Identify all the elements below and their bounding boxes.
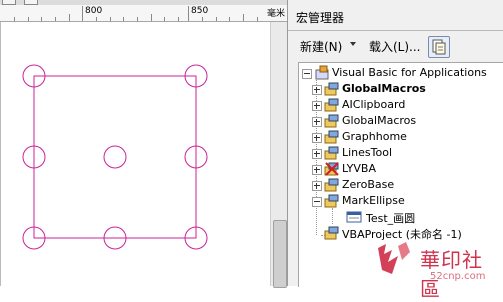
project-icon [324, 226, 339, 240]
tree-root-label: Visual Basic for Applications [332, 66, 487, 79]
new-button[interactable]: 新建(N) [300, 38, 342, 55]
tree-item-label: Test_画圆 [366, 212, 416, 225]
expand-icon[interactable] [312, 149, 322, 159]
vertical-scrollbar[interactable] [270, 22, 288, 288]
tree-item-label: Graphhome [342, 130, 407, 143]
expand-icon[interactable] [312, 85, 322, 95]
vba-root-icon [315, 65, 329, 80]
watermark-logo [378, 242, 410, 274]
collapse-icon[interactable] [302, 69, 312, 79]
drawing-surface [22, 64, 208, 250]
project-icon [324, 194, 339, 208]
tree-item-label: LYVBA [342, 162, 376, 175]
chevron-down-icon[interactable] [350, 42, 356, 46]
properties-icon [432, 39, 446, 55]
docker-title: 宏管理器 [296, 11, 345, 25]
project-icon [324, 82, 339, 96]
project-icon [324, 98, 339, 112]
properties-button[interactable] [428, 36, 450, 58]
expand-icon[interactable] [312, 101, 322, 111]
expand-icon[interactable] [312, 133, 322, 143]
project-icon [324, 114, 339, 128]
project-icon [324, 146, 339, 160]
tree-item-label: ZeroBase [342, 178, 395, 191]
ruler-label: 800 [85, 6, 103, 16]
horizontal-ruler: 800 850 毫米 [0, 5, 287, 22]
watermark: 華印社區 52cnp.com [372, 240, 503, 301]
tree-item-label: LinesTool [342, 146, 393, 159]
module-icon [346, 211, 362, 223]
project-icon [324, 130, 339, 144]
expand-icon[interactable] [312, 181, 322, 191]
docker-titlebar: 宏管理器 [288, 0, 503, 31]
ruler-label: 850 [191, 6, 209, 16]
project-icon [324, 178, 339, 192]
tree-item-label: AIClipboard [342, 98, 406, 111]
watermark-url: 52cnp.com [430, 271, 486, 282]
load-button[interactable]: 载入(L)... [369, 38, 421, 55]
tree-item-label: GlobalMacros [342, 114, 417, 127]
square-shape[interactable] [33, 75, 197, 239]
locked-project-icon [324, 162, 339, 176]
circle-shape[interactable] [103, 145, 127, 169]
tree-item-label: GlobalMacros [342, 82, 426, 95]
expand-icon[interactable] [312, 117, 322, 127]
collapse-icon[interactable] [312, 197, 322, 207]
tree-item-label: MarkEllipse [342, 194, 405, 207]
expand-icon[interactable] [312, 165, 322, 175]
drawing-canvas[interactable]: 800 850 毫米 [0, 0, 288, 288]
scrollbar-thumb[interactable] [273, 220, 287, 288]
ruler-unit: 毫米 [266, 9, 285, 19]
docker-toolbar: 新建(N) 载入(L)... [288, 31, 503, 61]
